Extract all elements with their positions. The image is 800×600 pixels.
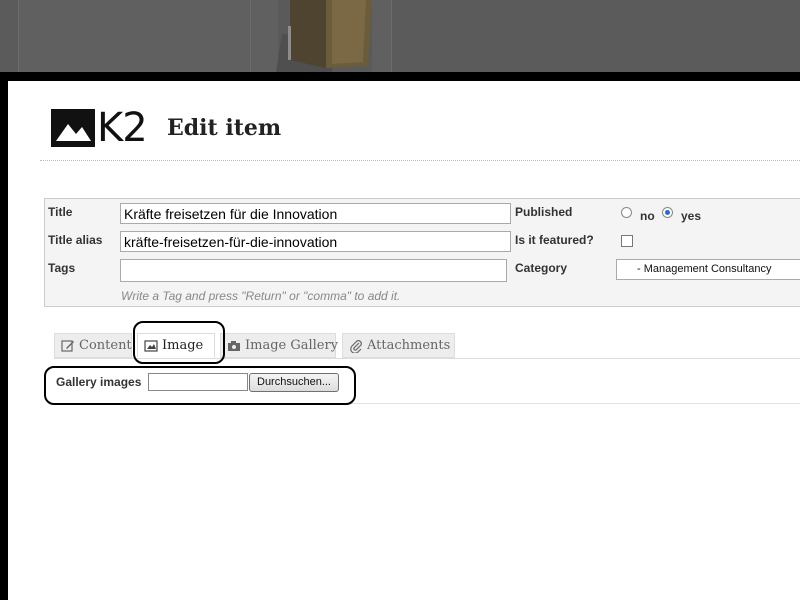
title-label: Title — [48, 205, 73, 219]
header-divider — [40, 160, 800, 161]
item-details-form: Title Title alias Tags Write a Tag and p… — [44, 198, 800, 307]
tab-content-label: Content — [79, 338, 132, 353]
published-label: Published — [515, 205, 573, 219]
page-title: Edit item — [167, 115, 282, 141]
tags-hint: Write a Tag and press "Return" or "comma… — [121, 289, 401, 303]
top-bar — [0, 0, 800, 72]
featured-label: Is it featured? — [515, 233, 594, 247]
gallery-upload-highlight — [44, 366, 356, 405]
published-no-radio[interactable] — [621, 207, 632, 218]
tags-input[interactable] — [120, 259, 507, 282]
tab-content[interactable]: Content — [54, 333, 132, 358]
alias-label: Title alias — [48, 233, 103, 247]
edit-page: K2 Edit item Title Title alias Tags Writ… — [8, 81, 800, 600]
tab-attachments[interactable]: Attachments — [342, 333, 455, 358]
paperclip-icon — [349, 339, 363, 353]
category-select[interactable]: - Management Consultancy — [616, 259, 800, 280]
alias-input[interactable] — [120, 231, 511, 252]
tab-attachments-label: Attachments — [367, 338, 451, 353]
image-tab-highlight — [133, 321, 225, 364]
edit-icon — [61, 339, 75, 353]
top-divider — [250, 0, 251, 72]
published-no-label: no — [640, 209, 655, 223]
published-yes-radio[interactable] — [662, 207, 673, 218]
camera-icon — [227, 339, 241, 353]
folder-icon — [276, 0, 372, 72]
tags-label: Tags — [48, 261, 76, 275]
tab-image-gallery-label: Image Gallery — [245, 338, 339, 353]
title-input[interactable] — [120, 203, 511, 224]
featured-checkbox[interactable] — [621, 235, 633, 247]
k2-logo-text: K2 — [97, 105, 148, 151]
tab-image-gallery[interactable]: Image Gallery — [220, 333, 339, 358]
published-yes-label: yes — [681, 209, 702, 223]
category-label: Category — [515, 261, 568, 275]
